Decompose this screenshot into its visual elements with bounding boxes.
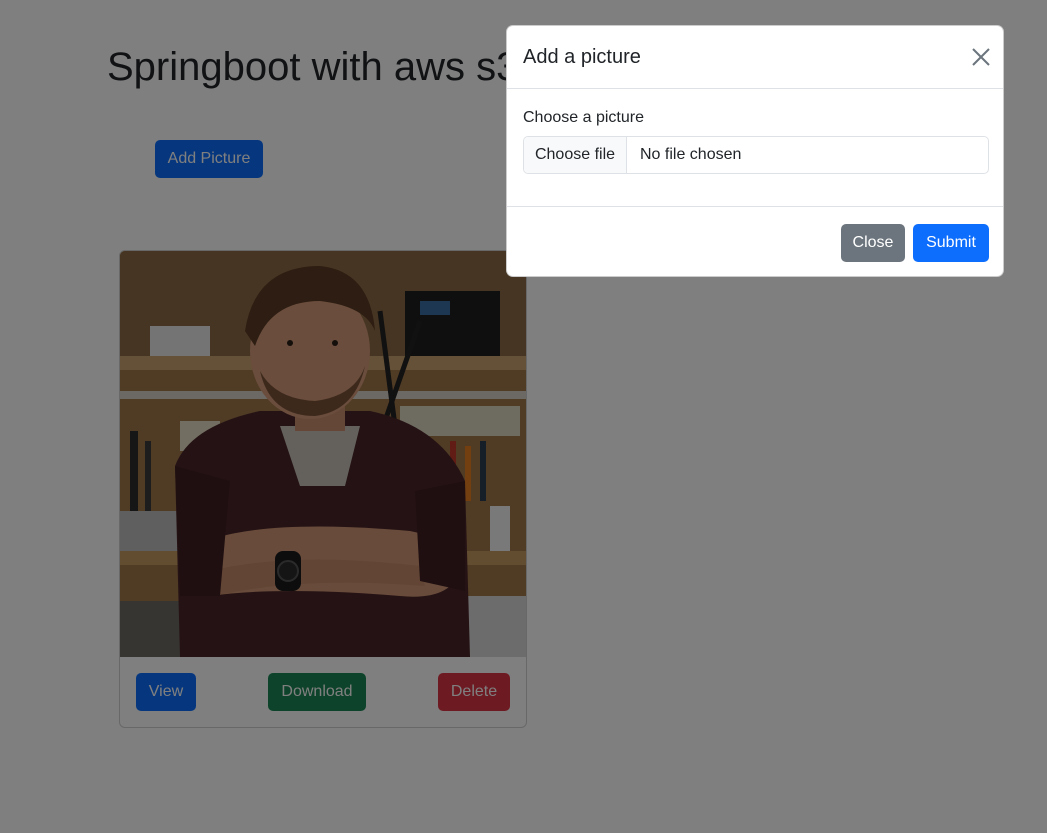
file-field-label: Choose a picture: [523, 109, 644, 126]
submit-button[interactable]: Submit: [913, 224, 989, 262]
modal-title: Add a picture: [523, 46, 641, 68]
close-button[interactable]: Close: [841, 224, 905, 262]
add-picture-modal: Add a picture Choose a picture Choose fi…: [506, 25, 1004, 277]
modal-body: Choose a picture Choose file No file cho…: [507, 89, 1003, 207]
modal-header: Add a picture: [507, 26, 1003, 89]
file-input[interactable]: Choose file No file chosen: [523, 136, 989, 174]
file-status-text: No file chosen: [640, 146, 742, 163]
close-icon[interactable]: [969, 45, 993, 69]
choose-file-button[interactable]: Choose file: [524, 137, 627, 173]
